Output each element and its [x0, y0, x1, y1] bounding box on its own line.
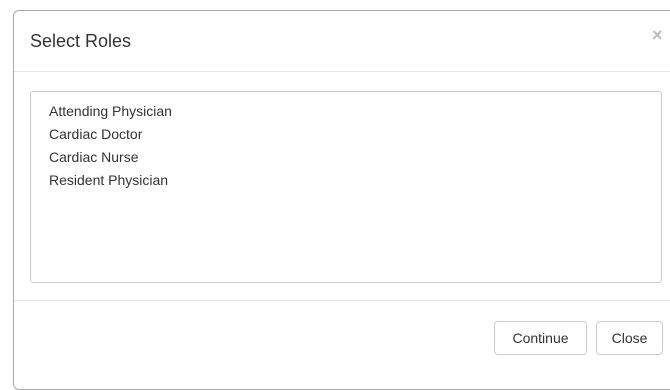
role-option-cardiac-doctor[interactable]: Cardiac Doctor [49, 123, 661, 146]
roles-listbox[interactable]: Attending Physician Cardiac Doctor Cardi… [30, 91, 662, 283]
dialog-header: Select Roles × [14, 11, 670, 72]
role-option-cardiac-nurse[interactable]: Cardiac Nurse [49, 146, 661, 169]
role-option-resident-physician[interactable]: Resident Physician [49, 169, 661, 192]
close-icon[interactable]: × [652, 25, 663, 45]
dialog-title: Select Roles [30, 31, 132, 51]
close-button[interactable]: Close [596, 321, 663, 355]
select-roles-dialog: Select Roles × Attending Physician Cardi… [13, 10, 670, 390]
dialog-footer: Continue Close [14, 300, 670, 390]
role-option-attending-physician[interactable]: Attending Physician [49, 100, 661, 123]
continue-button[interactable]: Continue [494, 321, 587, 355]
